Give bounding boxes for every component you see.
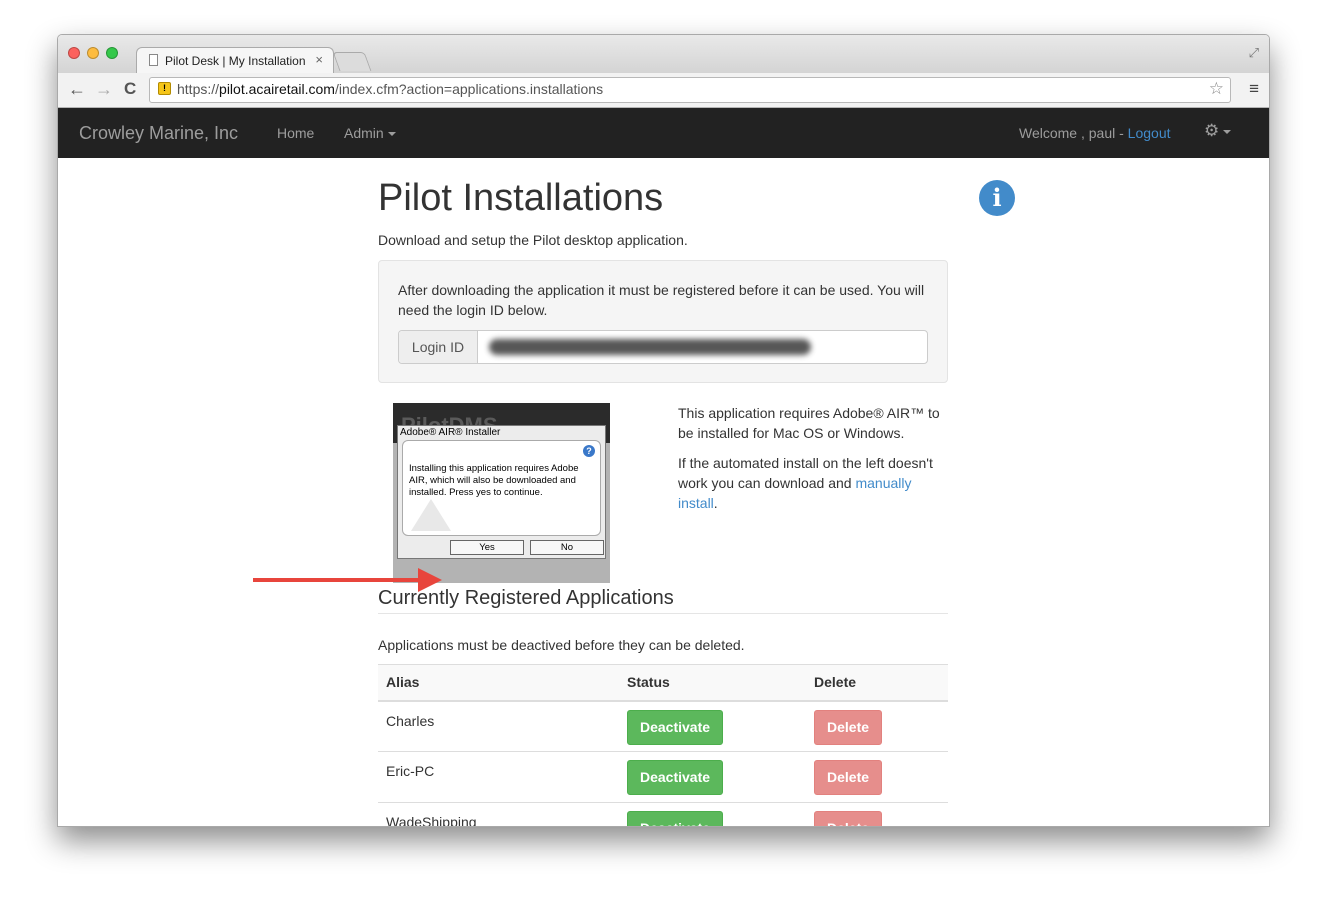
caret-down-icon (1223, 129, 1232, 134)
login-id-field[interactable]: Login ID (398, 330, 928, 364)
reload-icon[interactable]: C (124, 79, 136, 99)
delete-cell: Delete (806, 802, 948, 826)
alias-cell: Charles (378, 700, 619, 752)
help-icon[interactable]: ? (583, 445, 595, 457)
alias-cell: Eric-PC (378, 751, 619, 803)
zoom-window-button[interactable] (106, 47, 118, 59)
info-icon[interactable]: i (979, 180, 1015, 216)
divider (378, 613, 948, 614)
air-installer-screenshot: PilotDMS Adobe® AIR® Installer ? Install… (393, 403, 610, 583)
dialog-title: Adobe® AIR® Installer (400, 427, 501, 438)
browser-toolbar: ← → C ! https://pilot.acairetail.com/ind… (58, 73, 1269, 108)
address-bar[interactable]: ! https://pilot.acairetail.com/index.cfm… (149, 77, 1231, 103)
login-id-label: Login ID (399, 331, 478, 363)
nav-admin-dropdown[interactable]: Admin (344, 125, 396, 141)
page-title: Pilot Installations (378, 177, 664, 219)
air-requirements: This application requires Adobe® AIR™ to… (678, 403, 948, 523)
air-yes-button[interactable]: Yes (450, 540, 524, 555)
registration-instructions: After downloading the application it mus… (398, 282, 925, 318)
page-lead: Download and setup the Pilot desktop app… (378, 232, 688, 248)
gear-icon: ⚙ (1204, 121, 1220, 140)
caret-down-icon (387, 132, 396, 137)
status-cell: Deactivate (619, 751, 806, 803)
menu-icon[interactable]: ≡ (1249, 79, 1259, 99)
new-tab-button[interactable] (332, 52, 372, 71)
alias-cell: WadeShipping (378, 802, 619, 826)
welcome-text: Welcome , paul - Logout (1019, 125, 1171, 141)
minimize-window-button[interactable] (87, 47, 99, 59)
delete-button[interactable]: Delete (814, 811, 883, 826)
tab-close-icon[interactable]: × (315, 52, 323, 67)
dialog-message: Installing this application requires Ado… (409, 463, 579, 498)
air-installer-dialog: Adobe® AIR® Installer ? Installing this … (397, 425, 606, 559)
url-text: https://pilot.acairetail.com/index.cfm?a… (177, 81, 604, 97)
logout-link[interactable]: Logout (1128, 125, 1171, 141)
deactivate-button[interactable]: Deactivate (627, 760, 724, 795)
settings-dropdown[interactable]: ⚙ (1204, 121, 1232, 141)
document-icon (149, 54, 158, 66)
status-cell: Deactivate (619, 802, 806, 826)
window-controls (68, 47, 118, 59)
deactivate-note: Applications must be deactived before th… (378, 637, 745, 653)
air-no-button[interactable]: No (530, 540, 604, 555)
brand-link[interactable]: Crowley Marine, Inc (79, 123, 238, 144)
bookmark-star-icon[interactable]: ☆ (1209, 79, 1224, 99)
tab-title: Pilot Desk | My Installation (165, 54, 306, 68)
delete-cell: Delete (806, 751, 948, 803)
warning-lock-icon: ! (158, 82, 171, 95)
browser-titlebar: Pilot Desk | My Installation × ⤢ (58, 35, 1269, 74)
registration-well: After downloading the application it mus… (378, 260, 948, 383)
browser-tab[interactable]: Pilot Desk | My Installation × (136, 47, 334, 74)
login-id-value-redacted (489, 339, 811, 355)
nav-home[interactable]: Home (277, 125, 314, 141)
deactivate-button[interactable]: Deactivate (627, 811, 724, 826)
air-requirement-text: This application requires Adobe® AIR™ to… (678, 405, 940, 441)
registered-apps-heading: Currently Registered Applications (378, 587, 674, 609)
table-header-row: Alias Status Delete (378, 664, 948, 702)
status-cell: Deactivate (619, 700, 806, 752)
delete-button[interactable]: Delete (814, 709, 883, 745)
forward-arrow-icon[interactable]: → (95, 79, 113, 99)
dialog-body: ? Installing this application requires A… (402, 440, 601, 536)
delete-button[interactable]: Delete (814, 760, 883, 795)
back-arrow-icon[interactable]: ← (68, 79, 86, 99)
top-navbar: Crowley Marine, Inc Home Admin Welcome ,… (58, 108, 1269, 158)
browser-window: Pilot Desk | My Installation × ⤢ ← → C !… (57, 34, 1270, 827)
registered-apps-table: Alias Status Delete Charles Deactivate D… (378, 664, 948, 826)
column-header-alias: Alias (378, 664, 619, 702)
delete-cell: Delete (806, 700, 948, 752)
close-window-button[interactable] (68, 47, 80, 59)
red-arrow-shaft (253, 578, 421, 582)
column-header-status: Status (619, 664, 806, 702)
table-row: Charles Deactivate Delete (378, 700, 948, 752)
deactivate-button[interactable]: Deactivate (627, 709, 724, 745)
fullscreen-icon[interactable]: ⤢ (1249, 45, 1259, 61)
warning-icon (411, 499, 451, 531)
page-content: Pilot Installations i Download and setup… (58, 158, 1269, 826)
column-header-delete: Delete (806, 664, 948, 702)
table-row: WadeShipping Deactivate Delete (378, 802, 948, 826)
table-row: Eric-PC Deactivate Delete (378, 751, 948, 803)
manual-install-text: If the automated install on the left doe… (678, 455, 933, 511)
